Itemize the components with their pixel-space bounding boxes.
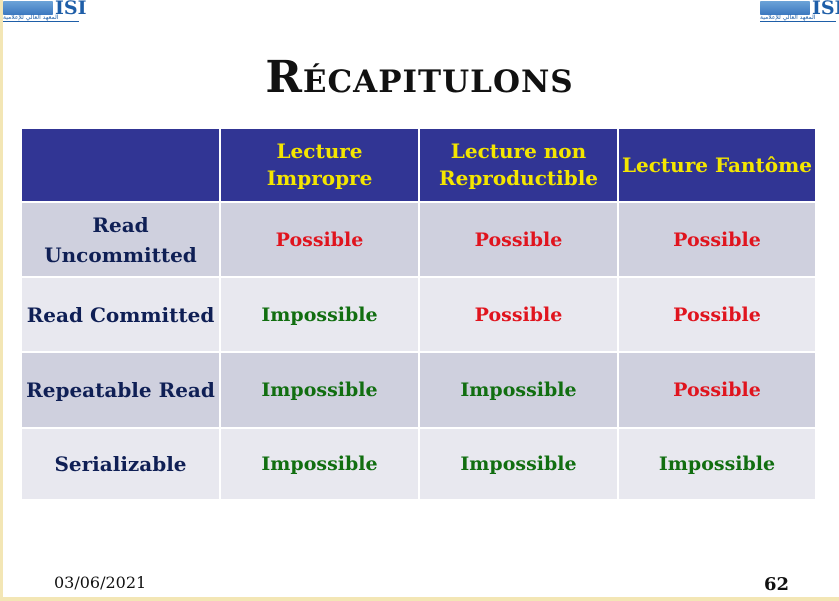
table-cell: Possible xyxy=(617,276,817,353)
slide-date: 03/06/2021 xyxy=(54,573,147,592)
row-header: Serializable xyxy=(20,427,221,501)
table-cell: Possible xyxy=(617,351,817,429)
table-header-row: Lecture Impropre Lecture non Reproductib… xyxy=(20,127,817,203)
table-cell: Impossible xyxy=(418,351,619,429)
slide-title: Récapitulons xyxy=(265,52,574,103)
table-row: Repeatable Read Impossible Impossible Po… xyxy=(20,351,817,429)
row-header: Repeatable Read xyxy=(20,351,221,429)
isolation-levels-table: Lecture Impropre Lecture non Reproductib… xyxy=(20,127,817,501)
logo-emblem xyxy=(760,1,810,15)
isi-logo-left: ISI المعهد العالي للإعلامية xyxy=(3,0,87,22)
table-cell: Impossible xyxy=(219,351,420,429)
table-cell: Possible xyxy=(219,201,420,278)
table-cell: Possible xyxy=(418,201,619,278)
logo-letters: ISI xyxy=(55,0,87,19)
logo-underline xyxy=(3,21,79,22)
isi-logo-right: ISI المعهد العالي للإعلامية xyxy=(760,0,839,22)
table-cell: Impossible xyxy=(418,427,619,501)
row-header: Read Uncommitted xyxy=(20,201,221,278)
column-header: Lecture non Reproductible xyxy=(418,127,619,203)
column-header: Lecture Impropre xyxy=(219,127,420,203)
table-cell: Possible xyxy=(418,276,619,353)
slide-page-number: 62 xyxy=(764,574,790,595)
row-header: Read Committed xyxy=(20,276,221,353)
slide-bottom-border xyxy=(0,597,839,601)
table-row: Serializable Impossible Impossible Impos… xyxy=(20,427,817,501)
table-cell: Possible xyxy=(617,201,817,278)
logo-underline xyxy=(760,21,836,22)
table-corner-cell xyxy=(20,127,221,203)
table-row: Read Committed Impossible Possible Possi… xyxy=(20,276,817,353)
column-header: Lecture Fantôme xyxy=(617,127,817,203)
table-cell: Impossible xyxy=(219,276,420,353)
logo-emblem xyxy=(3,1,53,15)
table-cell: Impossible xyxy=(219,427,420,501)
table-cell: Impossible xyxy=(617,427,817,501)
logo-letters: ISI xyxy=(812,0,839,19)
table-row: Read Uncommitted Possible Possible Possi… xyxy=(20,201,817,278)
